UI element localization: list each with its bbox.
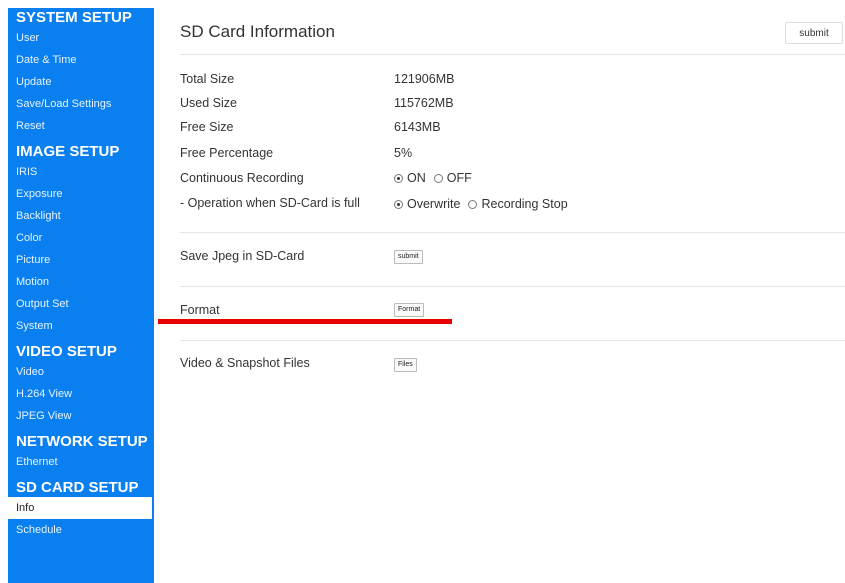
sidebar-item-iris[interactable]: IRIS	[8, 161, 154, 183]
sidebar-item-video[interactable]: Video	[8, 361, 154, 383]
sidebar-section-title: NETWORK SETUP	[16, 433, 148, 450]
format-button[interactable]: Format	[394, 303, 425, 317]
sidebar-section-sd-card-setup: SD CARD SETUP Info Schedule	[8, 479, 154, 541]
sidebar-item-color[interactable]: Color	[8, 227, 154, 249]
files-button[interactable]: Files	[394, 358, 417, 372]
save-jpeg-submit-button[interactable]: submit	[394, 250, 423, 264]
sidebar-item-backlight[interactable]: Backlight	[8, 205, 154, 227]
sidebar-item-save-load-settings[interactable]: Save/Load Settings	[8, 93, 154, 115]
radio-recording-stop[interactable]	[468, 199, 478, 209]
sidebar-item-jpeg-view[interactable]: JPEG View	[8, 405, 154, 427]
continuous-recording-label: Continuous Recording	[180, 171, 304, 185]
divider	[180, 286, 845, 287]
operation-full-label: - Operation when SD-Card is full	[180, 196, 360, 210]
sidebar-item-picture[interactable]: Picture	[8, 249, 154, 271]
page-title: SD Card Information	[180, 22, 335, 41]
divider	[180, 54, 845, 55]
radio-on-label: ON	[407, 171, 426, 185]
files-label: Video & Snapshot Files	[180, 356, 310, 370]
sidebar: SYSTEM SETUP User Date & Time Update Sav…	[8, 8, 154, 583]
sidebar-section-title: VIDEO SETUP	[16, 343, 117, 360]
radio-overwrite[interactable]	[394, 199, 403, 209]
divider	[180, 340, 845, 341]
info-value-total-size: 121906MB	[394, 72, 455, 86]
sidebar-item-h264-view[interactable]: H.264 View	[8, 383, 154, 405]
sidebar-item-output-set[interactable]: Output Set	[8, 293, 154, 315]
info-value-free-percentage: 5%	[394, 146, 413, 160]
main-content: SD Card Information submit Total Size 12…	[158, 0, 845, 583]
highlight-underline	[158, 319, 452, 324]
save-jpeg-label: Save Jpeg in SD-Card	[180, 249, 305, 263]
divider	[180, 232, 845, 233]
continuous-recording-radio-group: ON OFF	[394, 171, 480, 185]
sidebar-section-title: SD CARD SETUP	[16, 479, 139, 496]
radio-off-label: OFF	[446, 171, 472, 185]
sidebar-section-network-setup: NETWORK SETUP Ethernet	[8, 433, 154, 473]
sidebar-item-exposure[interactable]: Exposure	[8, 183, 154, 205]
sidebar-item-update[interactable]: Update	[8, 71, 154, 93]
info-label-total-size: Total Size	[180, 72, 235, 86]
sidebar-section-title: SYSTEM SETUP	[16, 9, 132, 26]
sidebar-section-title: IMAGE SETUP	[16, 143, 120, 160]
radio-overwrite-label: Overwrite	[407, 197, 461, 211]
sidebar-section-video-setup: VIDEO SETUP Video H.264 View JPEG View	[8, 343, 154, 427]
info-value-free-size: 6143MB	[394, 120, 441, 134]
submit-button[interactable]: submit	[785, 22, 843, 44]
sidebar-item-user[interactable]: User	[8, 27, 154, 49]
format-label: Format	[180, 303, 220, 317]
info-label-free-percentage: Free Percentage	[180, 146, 274, 160]
sidebar-item-reset[interactable]: Reset	[8, 115, 154, 137]
info-label-used-size: Used Size	[180, 96, 237, 110]
sidebar-item-info[interactable]: Info	[8, 497, 152, 519]
info-value-used-size: 115762MB	[394, 96, 454, 110]
sidebar-section-system-setup: SYSTEM SETUP User Date & Time Update Sav…	[8, 9, 154, 137]
sidebar-item-date-time[interactable]: Date & Time	[8, 49, 154, 71]
sidebar-item-motion[interactable]: Motion	[8, 271, 154, 293]
sidebar-section-image-setup: IMAGE SETUP IRIS Exposure Backlight Colo…	[8, 143, 154, 337]
sidebar-item-ethernet[interactable]: Ethernet	[8, 451, 154, 473]
info-label-free-size: Free Size	[180, 120, 234, 134]
sidebar-item-schedule[interactable]: Schedule	[8, 519, 154, 541]
radio-on[interactable]	[394, 173, 403, 183]
operation-full-radio-group: Overwrite Recording Stop	[394, 197, 576, 211]
sidebar-item-system[interactable]: System	[8, 315, 154, 337]
radio-recording-stop-label: Recording Stop	[481, 197, 568, 211]
radio-off[interactable]	[433, 173, 443, 183]
